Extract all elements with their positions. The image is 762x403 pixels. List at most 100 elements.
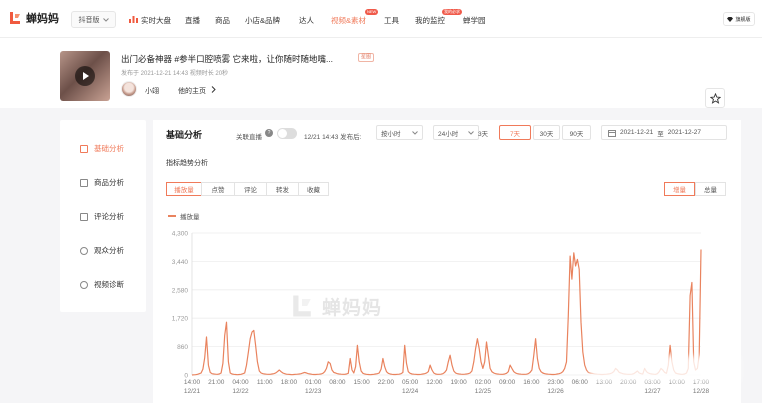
new-badge: NEW xyxy=(365,9,379,15)
sidebar-item-label: 评论分析 xyxy=(94,212,124,221)
homepage-label: 他的主页 xyxy=(178,88,206,95)
video-thumbnail[interactable] xyxy=(60,51,110,101)
sidebar-item-audience-analysis[interactable]: 观众分析 xyxy=(80,245,124,256)
chart-legend[interactable]: 播放量 xyxy=(168,211,200,221)
author-name[interactable]: 小翊 xyxy=(145,86,159,96)
diagnose-icon xyxy=(80,280,88,289)
tab-shares[interactable]: 转发 xyxy=(266,182,299,196)
x-tick-label: 22:00 xyxy=(378,379,395,386)
y-tick-label: 3,440 xyxy=(172,259,189,266)
play-icon[interactable] xyxy=(75,66,95,86)
x-tick-label: 09:00 xyxy=(499,379,516,386)
publish-after-label: 12/21 14:43 发布后: xyxy=(304,134,362,141)
live-link-toggle[interactable] xyxy=(277,128,297,139)
live-link-label: 关联直播 xyxy=(236,134,262,141)
y-tick-label: 860 xyxy=(177,344,188,351)
range-90d[interactable]: 90天 xyxy=(562,125,591,140)
sidebar-item-video-diagnosis[interactable]: 视频诊断 xyxy=(80,279,124,290)
nav-item-shop-brand[interactable]: 小店&品牌 xyxy=(245,15,280,26)
diamond-icon xyxy=(727,16,734,22)
x-tick-label: 19:00 xyxy=(450,379,467,386)
y-tick-label: 2,580 xyxy=(172,287,189,294)
author-homepage-link[interactable]: 他的主页 xyxy=(178,86,216,96)
tab-likes[interactable]: 点赞 xyxy=(201,182,235,196)
favorite-button[interactable] xyxy=(705,88,725,108)
x-tick-label: 02:00 xyxy=(475,379,492,386)
nav-item-influencer[interactable]: 达人 xyxy=(299,15,314,26)
nav-item-goods[interactable]: 商品 xyxy=(215,15,230,26)
video-tag: 星图 xyxy=(358,53,375,62)
nav-item-academy[interactable]: 蝉学园 xyxy=(463,15,486,26)
x-tick-label: 12:00 xyxy=(426,379,443,386)
top-navbar: 蝉妈妈 抖音版 实时大盘 直播 商品 小店&品牌 达人 视频&素材 NEW 工具… xyxy=(0,0,762,38)
legend-line-swatch xyxy=(168,215,176,217)
x-tick-label: 16:00 xyxy=(523,379,540,386)
x-date-label: 12/26 xyxy=(547,388,564,395)
user-icon xyxy=(80,246,88,255)
y-tick-label: 4,300 xyxy=(172,231,189,238)
sidebar-item-label: 商品分析 xyxy=(94,178,124,187)
sidebar-item-comment-analysis[interactable]: 评论分析 xyxy=(80,211,124,222)
date-range-picker[interactable]: 2021-12-21 至 2021-12-27 xyxy=(601,125,727,140)
x-date-label: 12/28 xyxy=(693,388,710,395)
cicada-logo-icon xyxy=(293,295,311,317)
x-date-label: 12/27 xyxy=(644,388,661,395)
x-date-label: 12/25 xyxy=(475,388,492,395)
tab-favorites[interactable]: 收藏 xyxy=(298,182,329,196)
duration-value: 24小时 xyxy=(438,130,459,138)
nav-item-video-material[interactable]: 视频&素材 NEW xyxy=(331,9,379,26)
x-date-label: 12/21 xyxy=(184,388,201,395)
tab-plays[interactable]: 播放量 xyxy=(166,182,202,196)
date-end: 2021-12-27 xyxy=(667,129,701,136)
tab-comments[interactable]: 评论 xyxy=(234,182,267,196)
platform-label: 抖音版 xyxy=(78,16,100,24)
comment-icon xyxy=(80,212,88,221)
sidebar-item-basic-analysis[interactable]: 基础分析 xyxy=(80,143,124,154)
vip-badge[interactable]: 旗舰版 xyxy=(723,12,755,26)
platform-selector[interactable]: 抖音版 xyxy=(71,11,116,28)
date-start: 2021-12-21 xyxy=(620,129,654,136)
x-tick-label: 08:00 xyxy=(329,379,346,386)
sidebar-item-label: 观众分析 xyxy=(94,246,124,255)
y-tick-label: 1,720 xyxy=(172,316,189,323)
nav-item-realtime[interactable]: 实时大盘 xyxy=(141,15,171,26)
cicada-logo-icon xyxy=(10,12,20,24)
monitor-badge: 我的必求 xyxy=(442,9,462,15)
mode-total[interactable]: 总量 xyxy=(695,182,726,196)
nav-item-monitor[interactable]: 我的监控 我的必求 xyxy=(415,9,462,26)
bar-chart-icon xyxy=(129,16,138,23)
x-tick-label: 18:00 xyxy=(281,379,298,386)
x-tick-label: 23:00 xyxy=(547,379,564,386)
range-30d[interactable]: 30天 xyxy=(533,125,560,140)
range-7d[interactable]: 7天 xyxy=(499,125,531,140)
interval-select[interactable]: 按小时 xyxy=(376,125,423,140)
x-tick-label: 01:00 xyxy=(305,379,322,386)
legend-label: 播放量 xyxy=(180,214,200,221)
range-3d[interactable]: 3天 xyxy=(469,125,497,140)
video-title[interactable]: 出门必备神器 #参半口腔喷雾 它来啦，让你随时随地嘴... xyxy=(121,53,333,65)
x-tick-label: 15:00 xyxy=(354,379,371,386)
watermark-text: 蝉妈妈 xyxy=(322,297,383,319)
video-meta: 发布于 2021-12-21 14:43 视频时长 20秒 xyxy=(121,71,229,77)
help-icon[interactable]: ? xyxy=(265,129,273,137)
date-separator: 至 xyxy=(657,130,664,138)
watermark: 蝉妈妈 xyxy=(288,292,382,320)
avatar[interactable] xyxy=(121,81,137,97)
nav-item-live[interactable]: 直播 xyxy=(185,15,200,26)
x-tick-label: 14:00 xyxy=(184,379,201,386)
x-tick-label: 06:00 xyxy=(572,379,589,386)
x-tick-label: 11:00 xyxy=(257,379,273,386)
chevron-right-icon xyxy=(211,86,216,93)
x-date-label: 12/24 xyxy=(402,388,419,395)
x-tick-label: 21:00 xyxy=(208,379,225,386)
nav-item-tools[interactable]: 工具 xyxy=(384,15,399,26)
logo[interactable]: 蝉妈妈 xyxy=(7,10,59,26)
sidebar-item-goods-analysis[interactable]: 商品分析 xyxy=(80,177,124,188)
x-date-label: 12/22 xyxy=(232,388,249,395)
logo-text: 蝉妈妈 xyxy=(26,13,59,25)
cart-icon xyxy=(80,178,88,187)
mode-increment[interactable]: 增量 xyxy=(664,182,695,196)
x-tick-label: 04:00 xyxy=(232,379,249,386)
chart-icon xyxy=(80,144,88,153)
analysis-sidebar: 基础分析 商品分析 评论分析 观众分析 视频诊断 xyxy=(60,120,146,312)
